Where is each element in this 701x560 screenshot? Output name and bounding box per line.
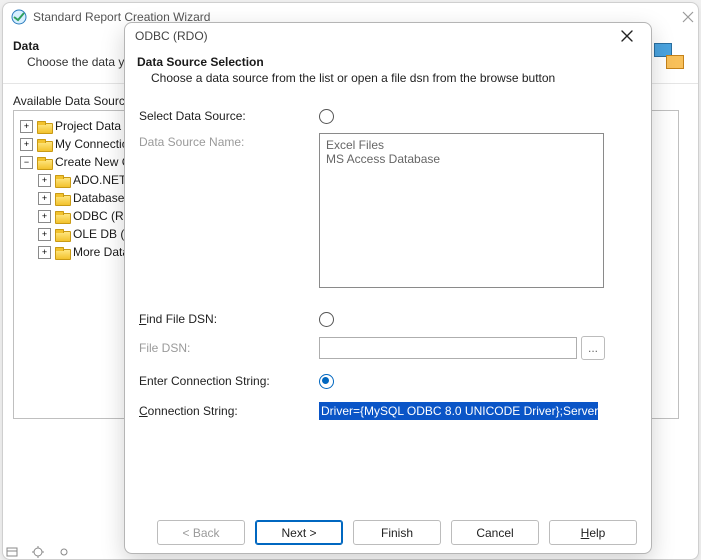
- tree-item-label: Project Data: [55, 119, 121, 133]
- data-source-name-label: Data Source Name:: [139, 133, 319, 149]
- odbc-banner-subtitle: Choose a data source from the list or op…: [137, 71, 639, 85]
- odbc-banner: Data Source Selection Choose a data sour…: [125, 43, 651, 97]
- folder-icon: [37, 139, 51, 150]
- expand-icon[interactable]: +: [38, 210, 51, 223]
- wizard-close-icon[interactable]: [654, 7, 694, 27]
- connection-string-label: Connection String:: [139, 404, 319, 418]
- expand-icon[interactable]: +: [20, 120, 33, 133]
- folder-icon: [37, 121, 51, 132]
- back-button[interactable]: < Back: [157, 520, 245, 545]
- odbc-banner-title: Data Source Selection: [137, 55, 639, 69]
- connection-string-input[interactable]: Driver={MySQL ODBC 8.0 UNICODE Driver};S…: [319, 402, 598, 420]
- list-item[interactable]: MS Access Database: [326, 152, 597, 166]
- output-icon[interactable]: [4, 544, 20, 560]
- select-data-source-label: Select Data Source:: [139, 109, 319, 123]
- enter-connection-string-radio[interactable]: [319, 374, 334, 389]
- browse-file-dsn-button[interactable]: ...: [581, 336, 605, 360]
- tree-item-label: More Data: [73, 245, 129, 259]
- folder-icon: [37, 157, 51, 168]
- folder-icon: [55, 193, 69, 204]
- link-icon[interactable]: [56, 544, 72, 560]
- ide-toolbar-fragment: [0, 544, 76, 560]
- wizard-banner-graphic: [654, 43, 684, 69]
- find-file-dsn-radio[interactable]: [319, 312, 334, 327]
- collapse-icon[interactable]: −: [20, 156, 33, 169]
- find-file-dsn-label: Find File DSN:: [139, 312, 319, 326]
- file-dsn-input[interactable]: [319, 337, 577, 359]
- help-button[interactable]: Help: [549, 520, 637, 545]
- odbc-dialog-title: ODBC (RDO): [135, 29, 208, 43]
- enter-connection-string-label: Enter Connection String:: [139, 374, 319, 388]
- expand-icon[interactable]: +: [38, 174, 51, 187]
- list-item[interactable]: Excel Files: [326, 138, 597, 152]
- dialog-button-bar: < Back Next > Finish Cancel Help: [125, 520, 651, 545]
- expand-icon[interactable]: +: [20, 138, 33, 151]
- select-data-source-radio[interactable]: [319, 109, 334, 124]
- file-dsn-label: File DSN:: [139, 341, 319, 355]
- next-button[interactable]: Next >: [255, 520, 343, 545]
- expand-icon[interactable]: +: [38, 192, 51, 205]
- expand-icon[interactable]: +: [38, 228, 51, 241]
- folder-icon: [55, 229, 69, 240]
- data-source-listbox[interactable]: Excel FilesMS Access Database: [319, 133, 604, 288]
- cancel-button[interactable]: Cancel: [451, 520, 539, 545]
- odbc-dialog: ODBC (RDO) Data Source Selection Choose …: [124, 22, 652, 554]
- folder-icon: [55, 211, 69, 222]
- finish-button[interactable]: Finish: [353, 520, 441, 545]
- close-button[interactable]: [613, 25, 641, 47]
- folder-icon: [55, 247, 69, 258]
- folder-icon: [55, 175, 69, 186]
- app-icon: [11, 9, 27, 25]
- expand-icon[interactable]: +: [38, 246, 51, 259]
- debug-icon[interactable]: [30, 544, 46, 560]
